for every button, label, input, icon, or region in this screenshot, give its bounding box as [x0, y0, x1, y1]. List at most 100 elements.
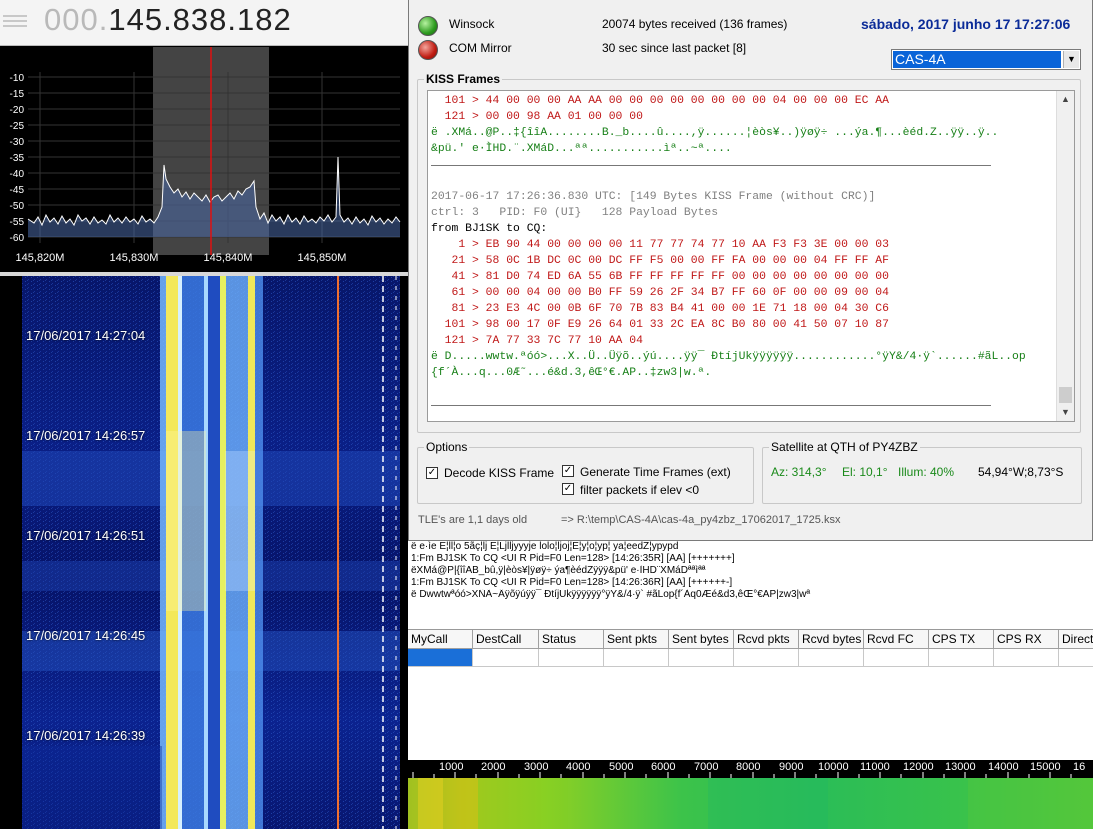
y-tick-label: -60: [10, 233, 25, 244]
kiss-frames-textbox[interactable]: 101 > 44 00 00 00 AA AA 00 00 00 00 00 0…: [427, 90, 1075, 422]
kiss-line: 101 > 98 00 17 0F E9 26 64 01 33 2C EA 8…: [431, 319, 889, 331]
satellite-select-value: CAS-4A: [893, 51, 1061, 68]
tle-path-label: => R:\temp\CAS-4A\cas-4a_py4zbz_17062017…: [561, 514, 841, 526]
x-tick-label: 145,850M: [298, 252, 347, 264]
kiss-line: ctrl: 3 PID: F0 (UI} 128 Payload Bytes: [431, 207, 719, 219]
audio-tick-label: 7000: [694, 761, 719, 773]
table-cell[interactable]: [734, 649, 799, 667]
col-header-mycall[interactable]: MyCall: [408, 630, 473, 649]
y-tick-label: -45: [10, 185, 25, 196]
spectrum-plot[interactable]: -10 -15 -20 -25 -30 -35 -40 -45 -50 -55 …: [0, 47, 408, 272]
col-header-sent-bytes[interactable]: Sent bytes: [669, 630, 734, 649]
decode-kiss-label: Decode KISS Frame: [444, 466, 555, 480]
waterfall-timestamp: 17/06/2017 14:26:39: [26, 728, 146, 743]
grip-icon[interactable]: [3, 12, 27, 34]
satellite-select[interactable]: CAS-4A ▼: [891, 49, 1081, 70]
decoder-window: Winsock 20074 bytes received (136 frames…: [408, 0, 1093, 541]
kiss-line: 1 > EB 90 44 00 00 00 00 11 77 77 74 77 …: [431, 239, 889, 251]
audio-waterfall: [408, 778, 1093, 829]
filter-elev-checkbox[interactable]: ✓: [562, 483, 574, 495]
y-tick-label: -10: [10, 73, 25, 84]
connection-table[interactable]: MyCall DestCall Status Sent pkts Sent by…: [408, 629, 1093, 760]
col-header-sent-pkts[interactable]: Sent pkts: [604, 630, 669, 649]
col-header-destcall[interactable]: DestCall: [473, 630, 539, 649]
col-header-rcvd-bytes[interactable]: Rcvd bytes: [799, 630, 864, 649]
log-line: ë Dwwtwªóó>XÑÃ~Âÿõÿúÿÿ¯ ÐtíjUkÿÿÿÿÿÿ°ÿY&…: [411, 589, 811, 600]
col-header-rcvd-pkts[interactable]: Rcvd pkts: [734, 630, 799, 649]
waterfall-margin: [0, 276, 22, 829]
options-legend: Options: [426, 440, 468, 454]
audio-tick-label: 16: [1073, 761, 1086, 773]
audio-waterfall-svg: [408, 778, 1093, 829]
audio-tick-label: 4000: [566, 761, 591, 773]
kiss-line: 2017-06-17 17:26:36.830 UTC: [149 Bytes …: [431, 191, 876, 203]
col-header-cps-rx[interactable]: CPS RX: [994, 630, 1059, 649]
filter-elev-label: filter packets if elev <0: [580, 483, 700, 497]
table-cell[interactable]: [669, 649, 734, 667]
illumination-value: Illum: 40%: [898, 465, 955, 479]
kiss-line: 61 > 00 00 04 00 00 B0 FF 59 26 2F 34 B7…: [431, 287, 889, 299]
waterfall-timestamp: 17/06/2017 14:27:04: [26, 328, 146, 343]
y-tick-label: -40: [10, 169, 25, 180]
waterfall-timestamp: 17/06/2017 14:26:57: [26, 428, 146, 443]
decode-kiss-checkbox[interactable]: ✓: [426, 467, 438, 479]
audio-tick-label: 15000: [1030, 761, 1061, 773]
audio-tick-label: 11000: [860, 761, 890, 773]
y-tick-label: -35: [10, 153, 25, 164]
y-tick-label: -20: [10, 105, 25, 116]
table-cell[interactable]: [473, 649, 539, 667]
col-header-status[interactable]: Status: [539, 630, 604, 649]
waterfall-timestamp: 17/06/2017 14:26:51: [26, 528, 146, 543]
table-cell[interactable]: [864, 649, 929, 667]
waterfall-timestamp: 17/06/2017 14:26:45: [26, 628, 146, 643]
qth-position: 54,94°W;8,73°S: [978, 465, 1064, 479]
col-header-cps-tx[interactable]: CPS TX: [929, 630, 994, 649]
x-tick-label: 145,840M: [204, 252, 253, 264]
table-cell[interactable]: [929, 649, 994, 667]
waterfall[interactable]: 17/06/2017 14:27:04 17/06/2017 14:26:57 …: [0, 276, 408, 829]
frame-separator: [431, 397, 1055, 413]
winsock-label: Winsock: [449, 17, 495, 31]
chevron-down-icon[interactable]: ▼: [1063, 51, 1079, 68]
table-cell-selected[interactable]: [408, 649, 473, 667]
sdr-panel: 000.145.838.182 -10 -15 -20 -25 -30 -35 …: [0, 0, 408, 829]
col-header-rcvd-fc[interactable]: Rcvd FC: [864, 630, 929, 649]
scroll-up-icon[interactable]: ▲: [1057, 91, 1074, 108]
audio-tick-label: 6000: [651, 761, 676, 773]
frequency-display[interactable]: 000.145.838.182: [44, 2, 292, 38]
audio-tick-label: 10000: [818, 761, 849, 773]
audio-tick-label: 1000: [439, 761, 464, 773]
qth-legend: Satellite at QTH of PY4ZBZ: [771, 440, 918, 454]
table-cell[interactable]: [604, 649, 669, 667]
kiss-line: 121 > 7A 77 33 7C 77 10 AA 04: [431, 335, 643, 347]
audio-tick-label: 8000: [736, 761, 761, 773]
y-tick-label: -50: [10, 201, 25, 212]
col-header-direction[interactable]: Directi: [1059, 630, 1093, 649]
audio-tick-label: 5000: [609, 761, 634, 773]
kiss-line: 41 > 81 D0 74 ED 6A 55 6B FF FF FF FF FF…: [431, 271, 889, 283]
kiss-line: ë .XMá..@P..‡{îîA........B._b....û....,ÿ…: [431, 127, 999, 139]
x-tick-label: 145,820M: [16, 252, 65, 264]
date-time-label: sábado, 2017 junho 17 17:27:06: [861, 16, 1071, 32]
generate-time-checkbox[interactable]: ✓: [562, 465, 574, 477]
kiss-frames-content: 101 > 44 00 00 00 AA AA 00 00 00 00 00 0…: [431, 93, 1055, 413]
kiss-scrollbar[interactable]: ▲ ▼: [1056, 91, 1074, 421]
table-cell[interactable]: [539, 649, 604, 667]
scroll-down-icon[interactable]: ▼: [1057, 404, 1074, 421]
kiss-line: 121 > 00 00 98 AA 01 00 00 00: [431, 111, 643, 123]
kiss-line: &pü.' e·ÌHD.¨.XMáD...ªª...........ìª..~ª…: [431, 143, 732, 155]
frequency-bar: 000.145.838.182: [0, 0, 408, 46]
scrollbar-thumb[interactable]: [1059, 387, 1072, 403]
kiss-line: [431, 173, 1055, 189]
table-cell[interactable]: [799, 649, 864, 667]
audio-tick-label: 3000: [524, 761, 549, 773]
y-tick-label: -55: [10, 217, 25, 228]
frame-separator: [431, 157, 1055, 173]
packet-log[interactable]: ë e·ìe E¦ll¦o 5ãç¦lj E¦Ljlljyyyje lolo¦l…: [408, 541, 1093, 629]
audio-tick-label: 14000: [988, 761, 1019, 773]
com-mirror-info: 30 sec since last packet [8]: [602, 41, 747, 55]
table-cell[interactable]: [994, 649, 1059, 667]
kiss-line: ë D.....wwtw.ªóó>...X..Ü..Üÿõ..ýú....ÿÿ¯…: [431, 351, 1026, 363]
audio-spectrum[interactable]: 1000 2000 3000 4000 5000 6000 7000 8000 …: [408, 760, 1093, 829]
table-cell[interactable]: [1059, 649, 1093, 667]
